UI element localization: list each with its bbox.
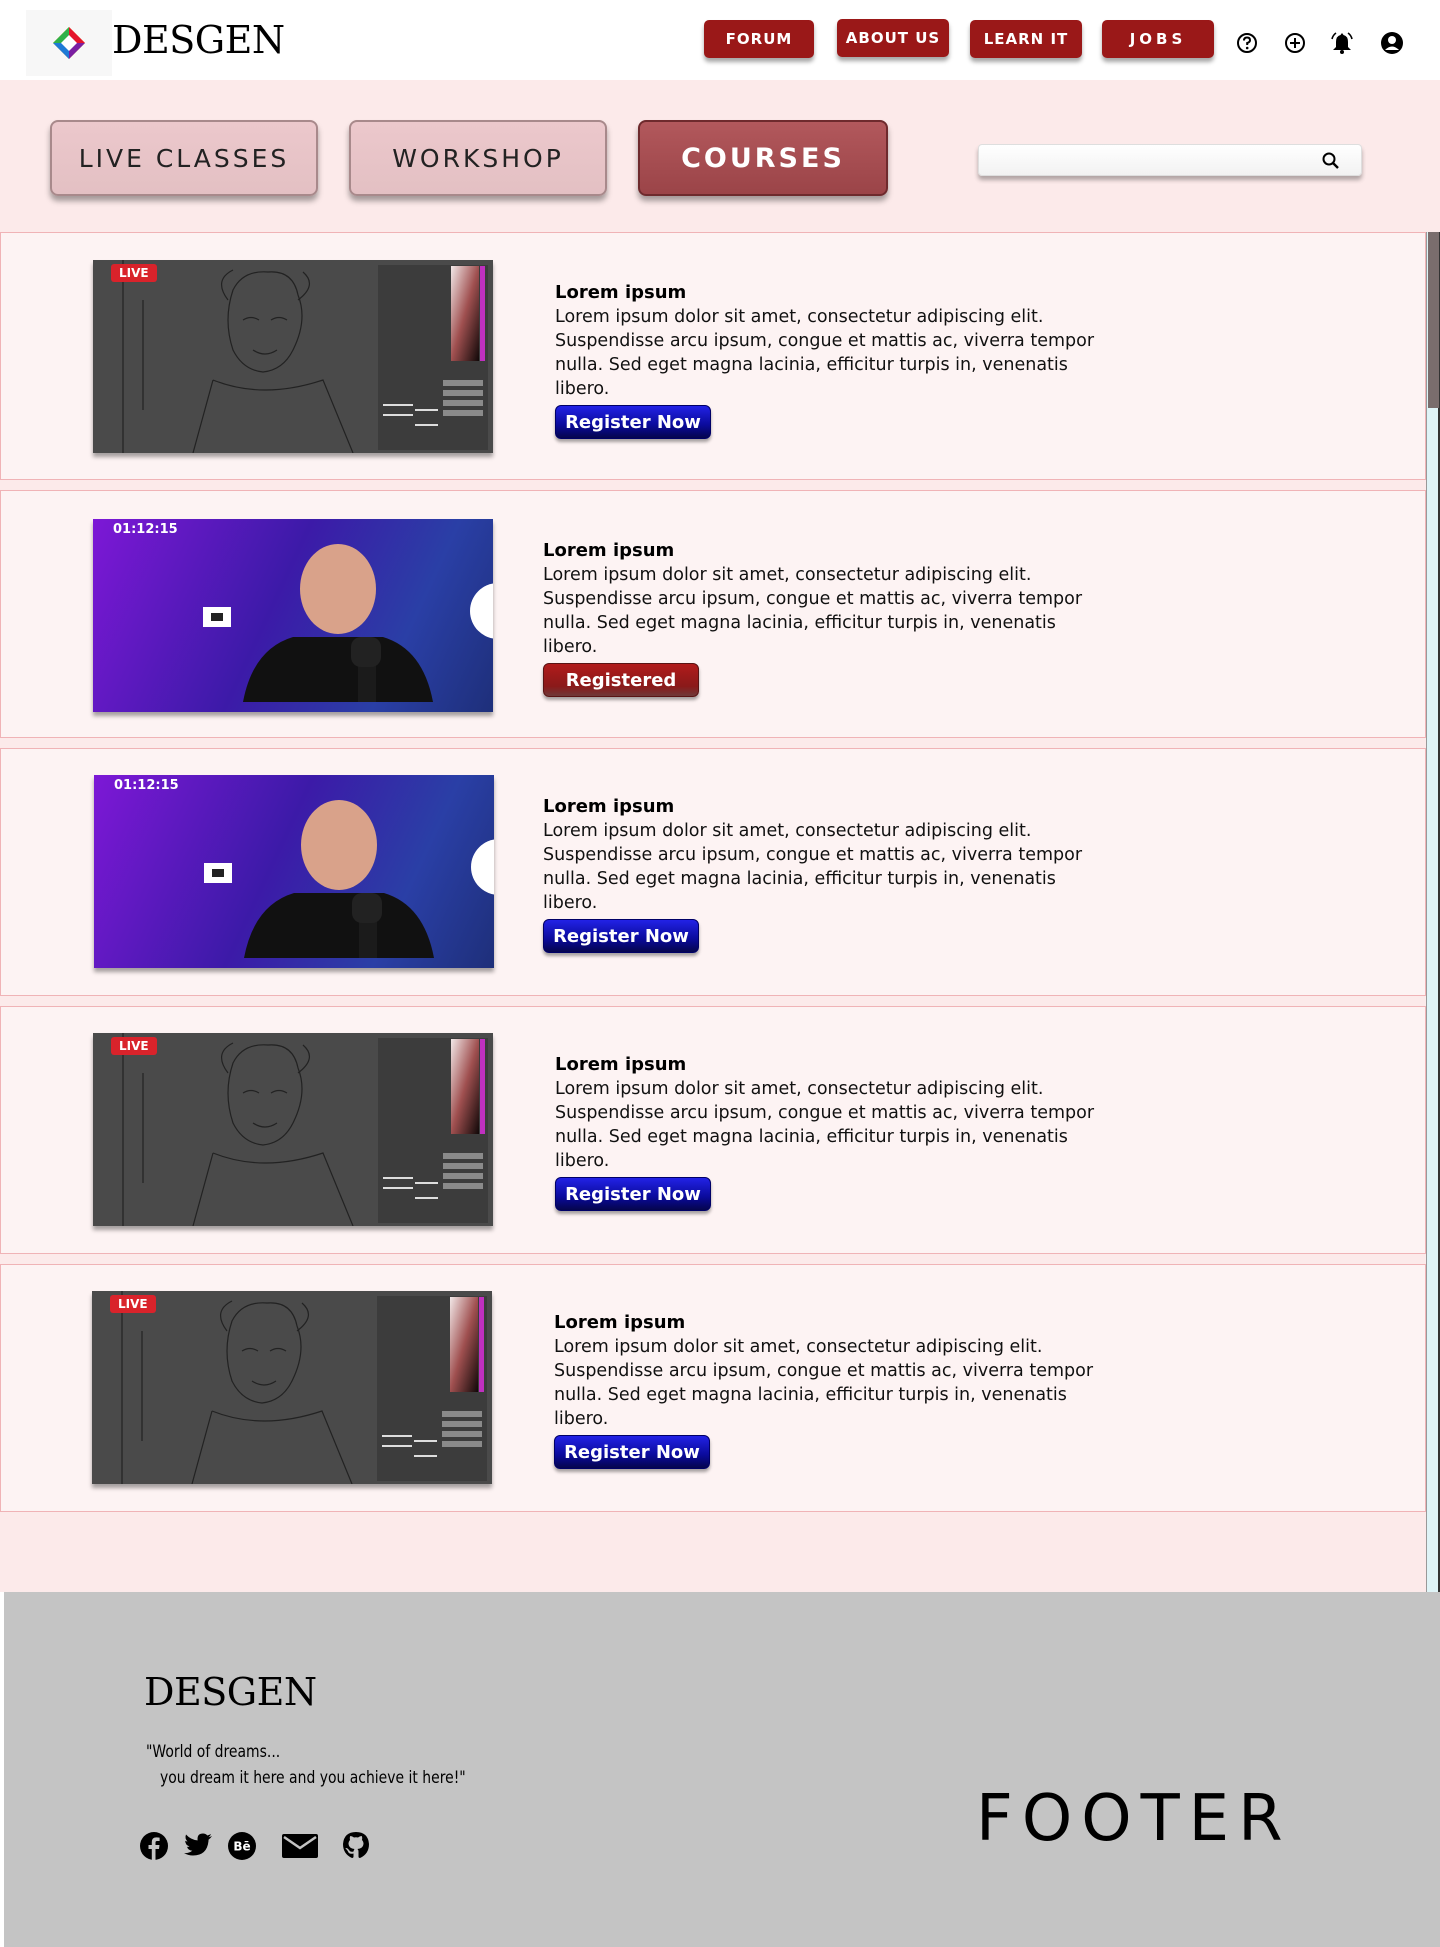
card-title: Lorem ipsum (555, 1054, 687, 1075)
video-thumbnail[interactable]: 01:12:15 (94, 775, 494, 968)
tab-courses[interactable]: COURSES (638, 120, 888, 196)
add-circle-icon[interactable] (1282, 30, 1308, 56)
live-badge: LIVE (110, 1295, 156, 1313)
video-thumbnail[interactable]: LIVE (93, 1033, 493, 1226)
course-card: LIVE Lorem ipsum Lorem ipsum dolor sit a… (0, 1264, 1426, 1512)
bell-icon[interactable] (1329, 30, 1355, 56)
course-list: LIVE Lorem ipsum Lorem ipsum dolor sit a… (0, 232, 1440, 1592)
account-icon[interactable] (1379, 30, 1405, 56)
github-icon[interactable] (340, 1830, 372, 1862)
card-text: Lorem ipsum Lorem ipsum dolor sit amet, … (555, 1053, 1115, 1211)
course-card: 01:12:15 Lorem ipsum Lorem ipsum dolor s… (0, 490, 1426, 738)
search-box (978, 144, 1362, 176)
video-thumbnail[interactable]: LIVE (92, 1291, 492, 1484)
logo[interactable] (26, 10, 112, 76)
logo-icon (53, 27, 85, 59)
facebook-icon[interactable] (138, 1830, 170, 1862)
svg-text:Bē: Bē (233, 1840, 250, 1854)
help-icon[interactable] (1234, 30, 1260, 56)
register-now-button[interactable]: Register Now (555, 1177, 711, 1211)
mail-icon[interactable] (280, 1830, 320, 1862)
card-text: Lorem ipsum Lorem ipsum dolor sit amet, … (543, 539, 1103, 697)
card-description: Lorem ipsum dolor sit amet, consectetur … (543, 821, 1083, 913)
video-thumbnail[interactable]: 01:12:15 (93, 519, 493, 712)
nav-forum-button[interactable]: FORUM (704, 20, 814, 58)
register-now-button[interactable]: Register Now (543, 919, 699, 953)
tabs-strip: LIVE CLASSES WORKSHOP COURSES (0, 80, 1440, 232)
duration-label: 01:12:15 (114, 778, 179, 793)
card-title: Lorem ipsum (555, 282, 687, 303)
search-input[interactable] (979, 145, 1309, 175)
course-card: LIVE Lorem ipsum Lorem ipsum dolor sit a… (0, 1006, 1426, 1254)
card-text: Lorem ipsum Lorem ipsum dolor sit amet, … (554, 1311, 1114, 1469)
live-badge: LIVE (111, 264, 157, 282)
course-card: LIVE Lorem ipsum Lorem ipsum dolor sit a… (0, 232, 1426, 480)
scrollbar-thumb[interactable] (1428, 232, 1439, 408)
scrollbar[interactable] (1426, 232, 1440, 1592)
twitter-icon[interactable] (182, 1830, 214, 1862)
nav-learn-it-button[interactable]: LEARN IT (970, 20, 1082, 58)
live-badge: LIVE (111, 1037, 157, 1055)
card-description: Lorem ipsum dolor sit amet, consectetur … (555, 1079, 1095, 1171)
presenter-preview-image (203, 544, 493, 702)
card-title: Lorem ipsum (543, 540, 675, 561)
footer-tagline-line2: you dream it here and you achieve it her… (160, 1768, 466, 1788)
drawing-preview-image (93, 1033, 493, 1226)
drawing-preview-image (93, 260, 493, 453)
footer-brand: DESGEN (144, 1670, 317, 1714)
brand-name: DESGEN (112, 18, 285, 62)
card-text: Lorem ipsum Lorem ipsum dolor sit amet, … (555, 281, 1115, 439)
register-now-button[interactable]: Register Now (555, 405, 711, 439)
top-header: DESGEN FORUM ABOUT US LEARN IT JOBS (0, 0, 1440, 80)
card-description: Lorem ipsum dolor sit amet, consectetur … (543, 565, 1083, 657)
video-thumbnail[interactable]: LIVE (93, 260, 493, 453)
tab-workshop[interactable]: WORKSHOP (349, 120, 607, 196)
footer-tagline-line1: "World of dreams... (146, 1742, 281, 1762)
nav-jobs-button[interactable]: JOBS (1102, 20, 1214, 58)
card-description: Lorem ipsum dolor sit amet, consectetur … (555, 307, 1095, 399)
tab-live-classes[interactable]: LIVE CLASSES (50, 120, 318, 196)
footer-placeholder-label: FOOTER (976, 1782, 1292, 1856)
behance-icon[interactable]: Bē (226, 1830, 258, 1862)
course-card: 01:12:15 Lorem ipsum Lorem ipsum dolor s… (0, 748, 1426, 996)
drawing-preview-image (92, 1291, 492, 1484)
presenter-preview-image (204, 800, 494, 958)
register-now-button[interactable]: Register Now (554, 1435, 710, 1469)
card-text: Lorem ipsum Lorem ipsum dolor sit amet, … (543, 795, 1103, 953)
search-icon[interactable] (1321, 151, 1341, 171)
card-description: Lorem ipsum dolor sit amet, consectetur … (554, 1337, 1094, 1429)
card-title: Lorem ipsum (543, 796, 675, 817)
footer: DESGEN "World of dreams... you dream it … (4, 1592, 1440, 1947)
registered-button[interactable]: Registered (543, 663, 699, 697)
duration-label: 01:12:15 (113, 522, 178, 537)
card-title: Lorem ipsum (554, 1312, 686, 1333)
nav-about-us-button[interactable]: ABOUT US (837, 19, 949, 57)
